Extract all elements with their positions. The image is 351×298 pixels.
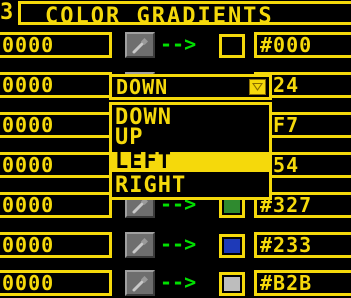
- value-text: 0000: [2, 233, 55, 257]
- eyedropper-icon: [132, 237, 149, 254]
- hex-text: #000: [260, 33, 313, 57]
- chevron-down-icon[interactable]: [249, 79, 266, 95]
- value-field[interactable]: 0000: [0, 112, 112, 138]
- title-box: COLOR GRADIENTS: [18, 1, 351, 29]
- direction-dropdown[interactable]: DOWN: [109, 74, 272, 100]
- value-field[interactable]: 0000: [0, 152, 112, 178]
- dropdown-option[interactable]: RIGHT: [112, 175, 269, 197]
- hex-text: #233: [260, 233, 313, 257]
- hex-field[interactable]: #233: [254, 232, 351, 258]
- title-bar: 3 COLOR GRADIENTS: [0, 0, 351, 29]
- value-field[interactable]: 0000: [0, 72, 112, 98]
- value-field[interactable]: 0000: [0, 192, 112, 218]
- value-field[interactable]: 0000: [0, 32, 112, 58]
- dropdown-option[interactable]: LEFT: [112, 151, 269, 173]
- page-title: COLOR GRADIENTS: [45, 4, 274, 29]
- color-swatch-fill: [224, 199, 240, 213]
- value-text: 0000: [2, 153, 55, 177]
- arrow-right-icon: -->: [160, 32, 197, 56]
- value-text: 0000: [2, 271, 55, 295]
- eyedropper-button[interactable]: [125, 32, 155, 58]
- hex-text: #B2B: [260, 271, 313, 295]
- color-swatch-fill: [224, 39, 240, 53]
- arrow-right-icon: -->: [160, 232, 197, 256]
- value-field[interactable]: 0000: [0, 270, 112, 296]
- value-text: 0000: [2, 73, 55, 97]
- value-text: 0000: [2, 33, 55, 57]
- color-swatch-fill: [224, 239, 240, 253]
- gradient-row: 0000 --> #233: [0, 230, 351, 260]
- value-text: 0000: [2, 113, 55, 137]
- eyedropper-icon: [132, 37, 149, 54]
- value-field[interactable]: 0000: [0, 232, 112, 258]
- eyedropper-button[interactable]: [125, 232, 155, 258]
- eyedropper-icon: [132, 275, 149, 292]
- direction-dropdown-value: DOWN: [116, 75, 169, 99]
- dropdown-option[interactable]: UP: [112, 127, 269, 149]
- value-text: 0000: [2, 193, 55, 217]
- direction-dropdown-list: DOWN UP LEFT RIGHT: [109, 102, 272, 200]
- arrow-right-icon: -->: [160, 270, 197, 294]
- hex-field[interactable]: #B2B: [254, 270, 351, 296]
- eyedropper-button[interactable]: [125, 270, 155, 296]
- color-swatch[interactable]: [219, 234, 245, 258]
- title-left-glyph: 3: [0, 0, 14, 25]
- gradient-row: 0000 --> #B2B: [0, 268, 351, 298]
- color-swatch[interactable]: [219, 34, 245, 58]
- gradient-row: 0000 --> #000: [0, 30, 351, 60]
- color-swatch-fill: [224, 277, 240, 291]
- color-swatch[interactable]: [219, 272, 245, 296]
- hex-field[interactable]: #000: [254, 32, 351, 58]
